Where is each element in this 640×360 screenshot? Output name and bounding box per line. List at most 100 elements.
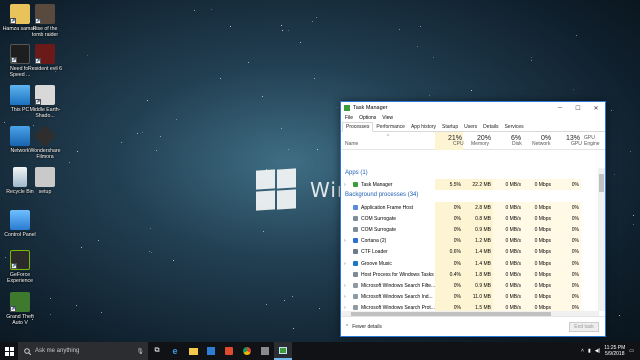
process-name: Microsoft Windows Search Filte... — [361, 282, 436, 289]
desktop-icon-filmora[interactable]: Wondershare Filmora — [27, 124, 63, 160]
star — [573, 89, 574, 90]
desktop-icon-middle-earth[interactable]: ↗ Middle Earth-Shado... — [27, 85, 63, 119]
taskbar-media[interactable] — [220, 342, 238, 360]
menu-file[interactable]: File — [345, 115, 353, 121]
process-list: Apps (1) › Task Manager 5.5% 22.2 MB 0 MB/s 0 … — [341, 168, 599, 311]
desktop-icon-tomb-raider[interactable]: ↗ Rise of the tomb raider — [27, 4, 63, 38]
star — [619, 315, 620, 316]
end-task-button[interactable]: End task — [569, 322, 599, 332]
process-icon — [353, 271, 358, 277]
process-row[interactable]: COM Surrogate 0% 0.8 MB 0 MB/s 0 Mbps 0% — [341, 212, 599, 224]
folder-icon — [188, 347, 198, 355]
process-row[interactable]: › Microsoft Windows Search Ind... 0% 11.0 M… — [341, 291, 599, 303]
tab-performance[interactable]: Performance — [373, 123, 408, 131]
start-button[interactable] — [0, 342, 18, 360]
title-bar[interactable]: Task Manager ─ ☐ ✕ — [341, 102, 605, 114]
minimize-button[interactable]: ─ — [551, 102, 569, 114]
column-gpu-engine[interactable]: GPU Engine — [584, 135, 605, 147]
resident-evil-icon: ↗ — [35, 44, 55, 64]
chevron-up-tray-icon[interactable]: ˄ — [581, 348, 584, 354]
taskbar-edge[interactable]: e — [166, 342, 184, 360]
column-disk[interactable]: Disk — [512, 141, 522, 147]
star — [81, 247, 82, 248]
desktop-icon-resident-evil[interactable]: ↗ Resident evil 6 — [27, 44, 63, 72]
star — [121, 142, 122, 143]
process-memory: 0.9 MB — [475, 282, 491, 289]
process-cpu: 0% — [453, 226, 461, 233]
process-row[interactable]: Host Process for Windows Tasks 0.4% 1.8 MB… — [341, 268, 599, 280]
star — [4, 122, 5, 123]
menu-options[interactable]: Options — [359, 115, 376, 121]
star — [230, 26, 231, 27]
expand-chevron-icon[interactable]: › — [344, 283, 346, 289]
section-label: Apps (1) — [345, 170, 368, 176]
process-row[interactable]: COM Surrogate 0% 0.9 MB 0 MB/s 0 Mbps 0% — [341, 223, 599, 236]
taskbar-store[interactable] — [202, 342, 220, 360]
column-name[interactable]: Name — [345, 141, 358, 147]
clock[interactable]: 11:25 PM 5/9/2018 — [604, 345, 625, 357]
column-gpu[interactable]: GPU — [571, 141, 582, 147]
tab-processes[interactable]: Processes — [342, 122, 374, 132]
star — [420, 26, 421, 27]
edge-icon: e — [172, 346, 178, 356]
search-box[interactable]: Ask me anything 🎙 — [18, 342, 148, 360]
star — [300, 42, 301, 43]
fewer-details-button[interactable]: ⌃ Fewer details — [345, 324, 382, 330]
star — [316, 17, 317, 18]
star — [77, 151, 78, 152]
process-row[interactable]: › Task Manager 5.5% 22.2 MB 0 MB/s 0 Mbps 0% — [341, 179, 599, 191]
menu-view[interactable]: View — [382, 115, 393, 121]
star — [576, 35, 577, 36]
process-name: Microsoft Windows Search Ind... — [361, 294, 433, 301]
process-row[interactable]: CTF Loader 0.6% 1.4 MB 0 MB/s 0 Mbps 0% — [341, 246, 599, 258]
column-network[interactable]: Network — [532, 141, 550, 147]
expand-chevron-icon[interactable]: › — [344, 261, 346, 267]
process-row[interactable]: › Cortana (2) 0% 1.2 MB 0 MB/s 0 Mbps 0% — [341, 235, 599, 247]
notifications-icon[interactable]: ▭ — [629, 348, 634, 354]
tab-users[interactable]: Users — [461, 123, 480, 131]
task-manager-window: Task Manager ─ ☐ ✕ File Options View Pro… — [340, 101, 606, 337]
process-row[interactable]: › Microsoft Windows Search Prot... 0% 1.5 M… — [341, 302, 599, 311]
process-disk: 0 MB/s — [505, 294, 521, 301]
process-cpu: 0.6% — [449, 249, 461, 256]
scroll-thumb[interactable] — [599, 174, 604, 192]
tab-app-history[interactable]: App history — [408, 123, 439, 131]
process-row[interactable]: › Microsoft Windows Search Filte... 0% 0.9 … — [341, 279, 599, 292]
desktop-icon-geforce[interactable]: ↗ GeForce Experience — [2, 250, 38, 284]
tab-details[interactable]: Details — [480, 123, 501, 131]
process-gpu: 0% — [571, 182, 579, 189]
process-memory: 2.8 MB — [475, 204, 491, 211]
taskbar-app[interactable] — [256, 342, 274, 360]
process-cpu: 0% — [453, 260, 461, 267]
process-row[interactable]: › Groove Music 0% 1.4 MB 0 MB/s 0 Mbps 0% — [341, 257, 599, 269]
desktop-icon-gta-v[interactable]: ↗ Grand Theft Auto V — [2, 292, 38, 326]
footer: ⌃ Fewer details End task — [341, 316, 605, 336]
star — [633, 215, 634, 216]
column-memory[interactable]: Memory — [471, 141, 489, 147]
vertical-scrollbar[interactable] — [598, 168, 605, 311]
tab-startup[interactable]: Startup — [439, 123, 461, 131]
sort-chevron-icon[interactable]: ^ — [387, 134, 389, 140]
expand-chevron-icon[interactable]: › — [344, 182, 346, 188]
tab-services[interactable]: Services — [501, 123, 526, 131]
star — [76, 305, 77, 306]
gta-v-icon: ↗ — [10, 292, 30, 312]
desktop-icon-setup[interactable]: setup — [27, 167, 63, 195]
taskbar-chrome[interactable] — [238, 342, 256, 360]
microphone-icon[interactable]: 🎙 — [136, 348, 144, 355]
process-row[interactable]: Application Frame Host 0% 2.8 MB 0 MB/s 0 Mb… — [341, 201, 599, 213]
network-tray-icon[interactable]: ▮ — [588, 348, 591, 354]
expand-chevron-icon[interactable]: › — [344, 294, 346, 300]
expand-chevron-icon[interactable]: › — [344, 238, 346, 244]
volume-icon[interactable]: ◀) — [595, 348, 601, 354]
taskbar-file-explorer[interactable] — [184, 342, 202, 360]
section-header: Background processes (34) — [341, 190, 599, 201]
desktop-icon-control-panel[interactable]: Control Panel — [2, 210, 38, 238]
taskbar-task-manager[interactable] — [274, 342, 292, 360]
process-cpu: 0% — [453, 294, 461, 301]
close-button[interactable]: ✕ — [587, 102, 605, 114]
maximize-button[interactable]: ☐ — [569, 102, 587, 114]
task-view-button[interactable]: ⧉ — [148, 342, 166, 360]
star — [284, 300, 285, 301]
column-cpu[interactable]: CPU — [453, 141, 464, 147]
